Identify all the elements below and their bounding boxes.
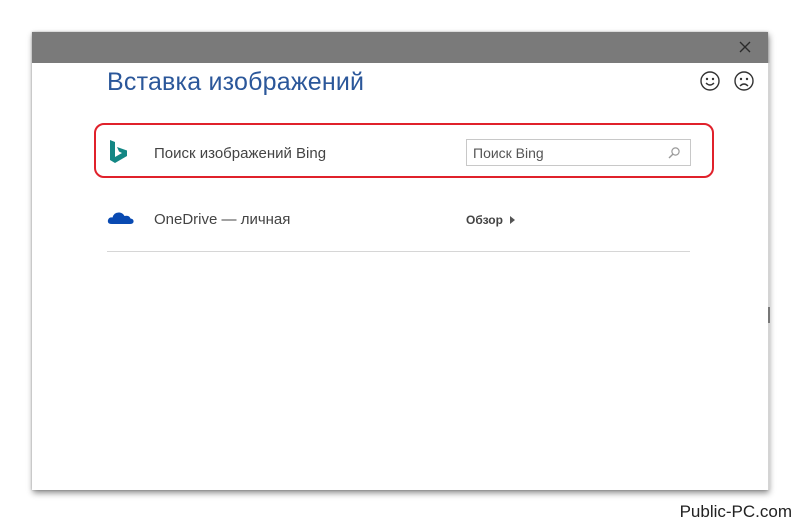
- scroll-thumb[interactable]: [768, 307, 770, 323]
- dialog-titlebar: [32, 32, 768, 63]
- onedrive-icon: [107, 205, 134, 231]
- sources-separator: [107, 251, 690, 252]
- source-row-onedrive[interactable]: OneDrive — личная Обзор: [107, 195, 689, 245]
- bing-search-input[interactable]: [473, 143, 663, 162]
- site-watermark: Public-PC.com: [677, 502, 794, 522]
- search-icon[interactable]: [667, 146, 681, 160]
- frown-icon: [734, 71, 754, 91]
- frown-feedback-button[interactable]: [733, 70, 755, 92]
- smile-icon: [700, 71, 720, 91]
- onedrive-source-label: OneDrive — личная: [154, 211, 291, 228]
- source-row-bing: Поиск изображений Bing: [107, 129, 691, 179]
- close-icon: [739, 41, 751, 53]
- close-button[interactable]: [736, 38, 754, 56]
- browse-button[interactable]: Обзор: [466, 213, 515, 227]
- insert-pictures-dialog: Вставка изображений Поиск изображений Bi…: [32, 32, 770, 490]
- chevron-right-icon: [509, 216, 515, 224]
- dialog-scroll-edge: [768, 63, 770, 490]
- smile-feedback-button[interactable]: [699, 70, 721, 92]
- bing-source-label: Поиск изображений Bing: [154, 145, 327, 162]
- bing-search-box[interactable]: [466, 139, 691, 166]
- bing-icon: [107, 139, 131, 165]
- dialog-title: Вставка изображений: [107, 68, 365, 96]
- browse-label: Обзор: [466, 213, 503, 227]
